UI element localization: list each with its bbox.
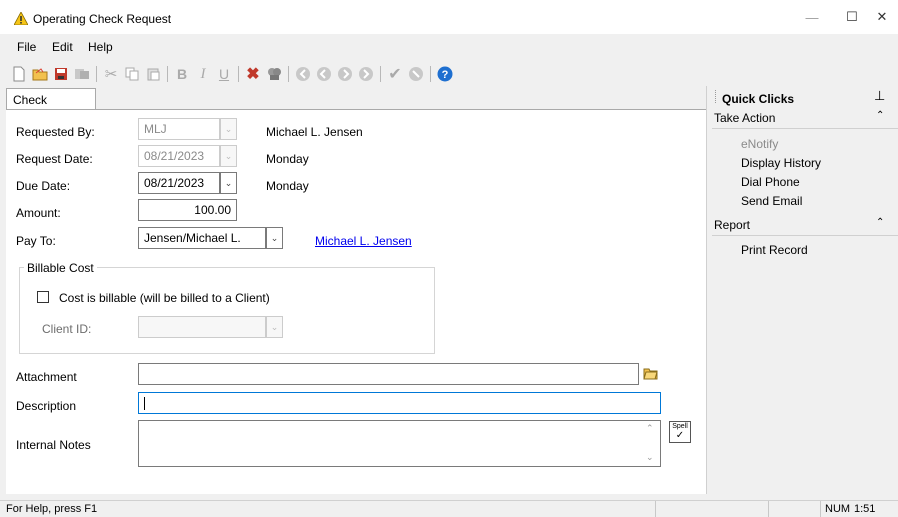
window-title: Operating Check Request [33,12,172,26]
due-date-weekday: Monday [266,179,309,193]
minimize-button[interactable]: — [790,0,834,34]
close-button[interactable]: ✕ [860,0,898,34]
menu-help[interactable]: Help [88,40,113,54]
quick-link-dial-phone[interactable]: Dial Phone [741,175,800,189]
requested-by-dropdown: ⌄ [220,118,237,140]
first-record-icon[interactable] [294,65,312,83]
browse-folder-icon[interactable] [643,366,658,380]
section-take-action[interactable]: Take Action [714,111,775,129]
client-id-label: Client ID: [42,322,92,336]
section-report[interactable]: Report [714,218,750,236]
description-label: Description [16,399,77,413]
toolbar-separator [430,66,431,82]
check-icon[interactable]: ✔ [386,65,404,83]
menu-edit[interactable]: Edit [52,40,73,54]
quick-link-print-record[interactable]: Print Record [741,243,808,257]
find-icon[interactable] [265,65,283,83]
scroll-up-icon[interactable]: ⌃ [646,423,654,434]
toolbar-separator [380,66,381,82]
request-date-label: Request Date: [16,152,93,166]
underline-icon[interactable]: U [215,65,233,83]
pane-grip [715,90,716,103]
open-folder-icon[interactable] [31,65,49,83]
delete-icon[interactable]: ✖ [244,65,262,83]
request-date-dropdown: ⌄ [220,145,237,167]
amount-label: Amount: [16,206,61,220]
warning-app-icon [14,12,28,25]
pin-icon[interactable]: ⊥ [874,88,885,104]
status-num: NUM [825,503,851,515]
collapse-take-action-icon[interactable]: ⌃ [876,110,884,121]
help-icon[interactable]: ? [436,65,454,83]
cut-icon[interactable]: ✂ [102,65,120,83]
save-icon[interactable] [52,65,70,83]
checkmark-icon: ✓ [675,430,685,441]
quick-link-display-history[interactable]: Display History [741,156,821,170]
billable-cost-group-label: Billable Cost [24,261,97,275]
quick-clicks-pane [706,86,898,494]
attachment-label: Attachment [16,370,77,384]
menu-file[interactable]: File [17,40,36,54]
due-date-label: Due Date: [16,179,71,193]
toolbar-separator [96,66,97,82]
svg-text:?: ? [442,69,449,81]
pay-to-label: Pay To: [16,234,56,248]
section-divider [712,128,898,129]
due-date-dropdown[interactable]: ⌄ [220,172,237,194]
cancel-icon[interactable] [407,65,425,83]
billable-checkbox[interactable] [37,291,49,303]
amount-field[interactable]: 100.00 [138,199,237,221]
request-date-field: 08/21/2023 [138,145,220,167]
status-cell [768,501,816,517]
billable-checkbox-label[interactable]: Cost is billable (will be billed to a Cl… [59,291,270,305]
billable-cost-group [19,267,435,354]
italic-icon[interactable]: I [194,65,212,83]
requested-by-name: Michael L. Jensen [266,125,363,139]
internal-notes-label: Internal Notes [16,438,91,452]
attachment-field[interactable] [138,363,639,385]
next-record-icon[interactable] [336,65,354,83]
requested-by-field: MLJ [138,118,220,140]
status-bar [0,500,898,517]
spell-check-button[interactable]: Spell ✓ [669,421,691,443]
bold-icon[interactable]: B [173,65,191,83]
quick-link-send-email[interactable]: Send Email [741,194,802,208]
toolbar-separator [238,66,239,82]
pay-to-field[interactable]: Jensen/Michael L. [138,227,266,249]
status-cell [655,501,755,517]
pay-to-dropdown[interactable]: ⌄ [266,227,283,249]
quick-clicks-title: Quick Clicks [722,92,795,106]
previous-record-icon[interactable] [315,65,333,83]
toolbar-separator [167,66,168,82]
description-field[interactable] [138,392,661,414]
tab-check-request[interactable]: Check Request [6,88,96,121]
toolbar: ✂ B I U ✖ ✔ ? [10,62,457,86]
status-time: 1:51 [854,503,876,515]
client-id-dropdown: ⌄ [266,316,283,338]
text-cursor [144,397,145,411]
paste-icon[interactable] [144,65,162,83]
client-id-field [138,316,266,338]
save-close-icon[interactable] [73,65,91,83]
new-document-icon[interactable] [10,65,28,83]
copy-icon[interactable] [123,65,141,83]
request-date-weekday: Monday [266,152,309,166]
last-record-icon[interactable] [357,65,375,83]
toolbar-separator [288,66,289,82]
internal-notes-field[interactable] [138,420,661,467]
spell-check-label: Spell [672,423,688,430]
menu-bar [0,34,898,58]
section-divider [712,235,898,236]
collapse-report-icon[interactable]: ⌃ [876,217,884,228]
scroll-down-icon[interactable]: ⌄ [646,452,654,463]
status-help-text: For Help, press F1 [6,503,98,515]
due-date-field[interactable]: 08/21/2023 [138,172,220,194]
requested-by-label: Requested By: [16,125,95,139]
quick-link-enotify[interactable]: eNotify [741,137,778,151]
pay-to-link[interactable]: Michael L. Jensen [315,234,412,248]
